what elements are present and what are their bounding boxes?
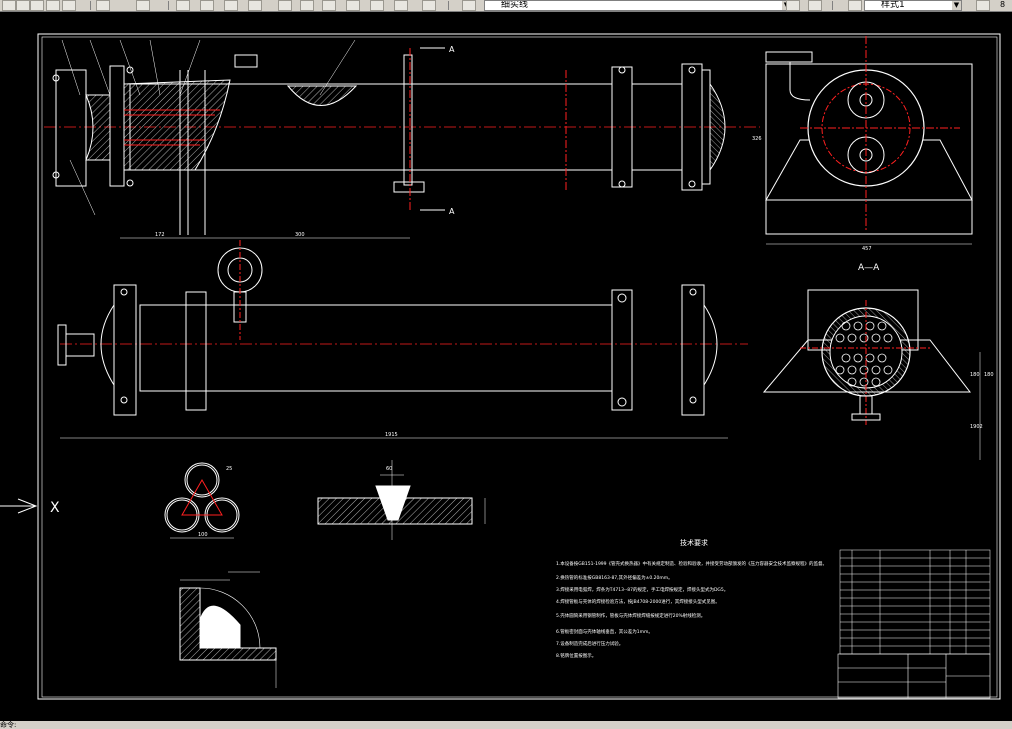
title-block (837, 653, 991, 699)
tech-line-8: 8.铭牌位置按图示。 (556, 652, 596, 659)
help-icon[interactable] (422, 0, 436, 11)
dim-total-length: 1915 (385, 432, 398, 438)
tech-title: 技术要求 (680, 538, 708, 547)
dim-right-height: 326 (752, 136, 762, 142)
style-combo-value: 样式1 (881, 0, 905, 10)
section-label: A—A (858, 263, 880, 273)
print-icon[interactable] (46, 0, 60, 11)
quickcalc-icon[interactable] (394, 0, 408, 11)
dim-weld: 60 (386, 466, 392, 472)
tool-palette-icon[interactable] (322, 0, 336, 11)
right-label: 8 (1000, 0, 1006, 9)
dim-top-left-1: 172 (155, 232, 165, 238)
preview-icon[interactable] (62, 0, 76, 11)
zoom-realtime-icon[interactable] (200, 0, 214, 11)
dim-top-left-2: 300 (295, 232, 305, 238)
front-section-view: A A 172 300 (44, 39, 760, 239)
dim-section-h3: 1902 (970, 424, 983, 430)
command-prompt: 命令: (0, 721, 17, 729)
layer-manager-icon[interactable] (462, 0, 476, 11)
axis-label: X (50, 500, 60, 516)
cad-drawing-area[interactable]: A A 172 300 457 326 1915 A—A 180 180 190… (0, 11, 1012, 721)
open-icon[interactable] (16, 0, 30, 11)
parts-list-table (839, 549, 991, 655)
dim-triangle: 25 (226, 466, 232, 472)
layer-combo[interactable]: 细实线 ▼ (484, 0, 792, 11)
section-mark-bottom: A (449, 207, 455, 216)
tech-line-2: 2.换热管的标准按GB8163-87,其外径偏差为±0.20mm。 (556, 574, 673, 581)
design-center-icon[interactable] (300, 0, 314, 11)
tech-line-7: 7.设备制造完成后进行压力试验。 (556, 640, 623, 647)
new-icon[interactable] (2, 0, 16, 11)
tech-line-4: 4.焊接管板与壳体的焊接检验方法，按JB4708-2000进行，其焊接接头型式见… (556, 598, 720, 605)
tech-line-6: 6.管板密封面与壳体轴线垂直，其公差为1mm。 (556, 628, 653, 635)
layer-states-icon[interactable] (808, 0, 822, 11)
fillet-weld-detail (179, 571, 277, 688)
end-view: 457 326 (752, 36, 973, 252)
section-a-a: A—A 180 180 1902 (762, 263, 994, 460)
style-combo[interactable]: 样式1 ▼ (864, 0, 962, 11)
sheet-set-icon[interactable] (346, 0, 360, 11)
dim-section-h1: 180 (970, 372, 980, 378)
layer-combo-value: 细实线 (501, 0, 529, 10)
zoom-window-icon[interactable] (224, 0, 238, 11)
dim-section-h2: 180 (984, 372, 994, 378)
tube-pitch-detail: 100 25 (164, 462, 240, 539)
pan-icon[interactable] (176, 0, 190, 11)
undo-icon[interactable] (96, 0, 110, 11)
tech-line-5: 5.壳体圆筒采用钢管制作，管板与壳体焊接焊缝按规定进行20%射线检测。 (556, 612, 705, 619)
dim-pitch: 100 (198, 532, 208, 538)
chevron-down-icon[interactable]: ▼ (952, 1, 961, 10)
tech-requirements: 技术要求 1.本设备按GB151-1999《管壳式换热器》中有关规定制造、检验和… (556, 538, 827, 659)
save-icon[interactable] (30, 0, 44, 11)
properties-icon[interactable] (278, 0, 292, 11)
layer-previous-icon[interactable] (786, 0, 800, 11)
command-line[interactable]: 命令: (0, 721, 1012, 729)
weld-groove-detail: 60 (317, 460, 486, 540)
tablestyle-icon[interactable] (976, 0, 990, 11)
dim-right-width: 457 (862, 246, 872, 252)
ucs-x-marker: X (0, 498, 60, 516)
section-mark-top: A (449, 45, 455, 54)
markup-icon[interactable] (370, 0, 384, 11)
tech-line-1: 1.本设备按GB151-1999《管壳式换热器》中有关规定制造、检验和验收，并接… (556, 560, 827, 567)
redo-icon[interactable] (136, 0, 150, 11)
style-icon[interactable] (848, 0, 862, 11)
top-plan-view: 1915 (57, 240, 748, 439)
zoom-previous-icon[interactable] (248, 0, 262, 11)
tech-line-3: 3.焊接采用电弧焊，焊条为T4713--87的规定，手工电焊按规定，焊接头型式为… (556, 586, 728, 593)
